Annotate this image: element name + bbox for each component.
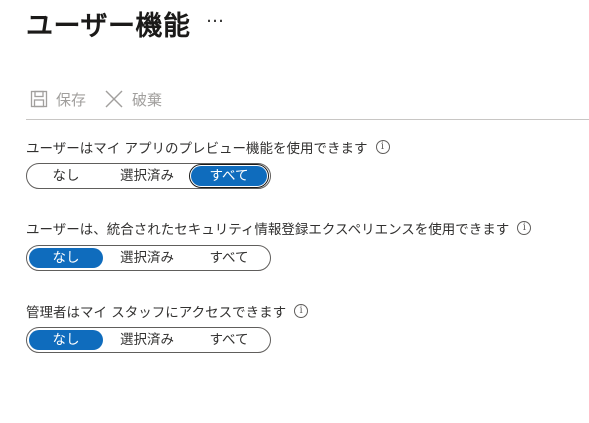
command-bar: 保存 破棄	[30, 86, 174, 112]
combined-security-registration-toggle: なし 選択済み すべて	[26, 245, 271, 271]
page-title: ユーザー機能	[26, 11, 191, 42]
option-selected[interactable]: 選択済み	[103, 248, 191, 268]
save-icon	[30, 90, 48, 108]
info-icon[interactable]: i	[375, 140, 390, 154]
setting-label-text: ユーザーはマイ アプリのプレビュー機能を使用できます	[26, 141, 368, 157]
option-all[interactable]: すべて	[189, 164, 269, 188]
save-button[interactable]: 保存	[30, 89, 86, 110]
admin-my-staff-setting-label: 管理者はマイ スタッフにアクセスできます i	[26, 301, 309, 321]
option-selected[interactable]: 選択済み	[103, 166, 191, 186]
info-icon[interactable]: i	[294, 304, 309, 318]
option-none[interactable]: なし	[29, 166, 103, 186]
admin-my-staff-toggle: なし 選択済み すべて	[26, 327, 271, 353]
option-none[interactable]: なし	[29, 330, 103, 350]
save-label: 保存	[56, 90, 87, 109]
setting-label-text: ユーザーは、統合されたセキュリティ情報登録エクスペリエンスを使用できます	[26, 222, 510, 238]
info-icon[interactable]: i	[517, 221, 532, 235]
more-options-button[interactable]: …	[206, 6, 224, 27]
my-apps-preview-toggle: なし 選択済み すべて	[26, 163, 271, 189]
option-all[interactable]: すべて	[191, 248, 267, 268]
combined-security-registration-setting-label: ユーザーは、統合されたセキュリティ情報登録エクスペリエンスを使用できます i	[26, 218, 532, 238]
close-icon	[104, 89, 124, 109]
discard-label: 破棄	[132, 90, 163, 109]
toolbar-divider	[26, 119, 589, 120]
discard-button[interactable]: 破棄	[104, 89, 162, 110]
option-all[interactable]: すべて	[191, 330, 267, 350]
option-none[interactable]: なし	[29, 248, 103, 268]
setting-label-text: 管理者はマイ スタッフにアクセスできます	[26, 305, 287, 321]
option-selected[interactable]: 選択済み	[103, 330, 191, 350]
my-apps-preview-setting-label: ユーザーはマイ アプリのプレビュー機能を使用できます i	[26, 137, 390, 157]
